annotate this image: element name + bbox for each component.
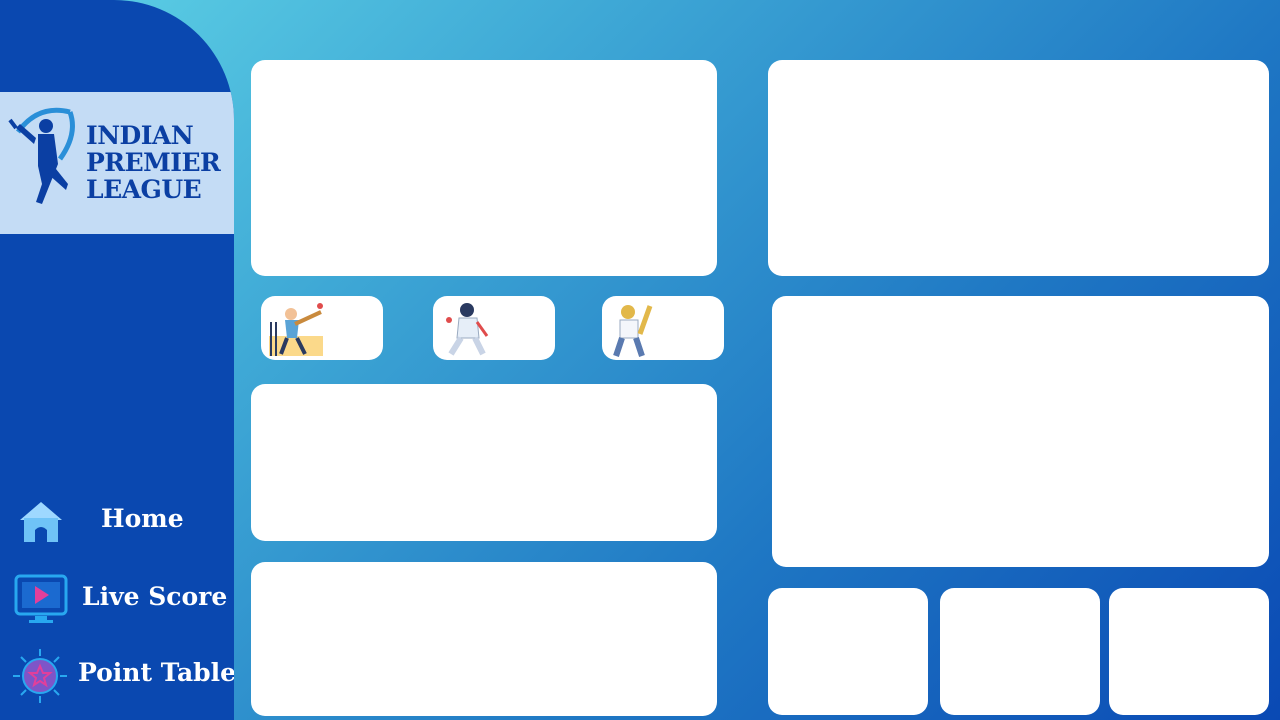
nav-label-live-score: Live Score — [82, 582, 228, 611]
team-chip-2[interactable] — [433, 296, 555, 360]
nav-item-live-score[interactable]: Live Score — [0, 568, 234, 628]
ipl-logo-text: INDIAN PREMIER LEAGUE — [86, 121, 221, 204]
team-chip-1[interactable] — [261, 296, 383, 360]
team-chip-3[interactable] — [602, 296, 724, 360]
stat-card-2 — [940, 588, 1100, 715]
sidebar: INDIAN PREMIER LEAGUE Home Live Score Po… — [0, 0, 234, 720]
logo-line-indian: INDIAN — [86, 121, 194, 150]
nav-label-point-table: Point Table — [78, 658, 234, 687]
stat-card-3 — [1109, 588, 1269, 715]
logo-line-league: LEAGUE — [86, 175, 202, 204]
cricket-player-icon — [446, 303, 489, 356]
content-card-top-right — [768, 60, 1269, 276]
content-card-bottom-left — [251, 562, 717, 716]
content-card-middle-right — [772, 296, 1269, 567]
nav-item-home[interactable]: Home — [0, 492, 234, 552]
tv-play-icon — [14, 574, 68, 623]
content-card-middle-left — [251, 384, 717, 541]
nav-item-point-table[interactable]: Point Table — [0, 646, 234, 706]
home-icon — [20, 502, 62, 542]
nav-label-home: Home — [101, 504, 184, 533]
ipl-logo-panel: INDIAN PREMIER LEAGUE — [0, 92, 234, 234]
stat-card-1 — [768, 588, 928, 715]
batsman-logo-icon — [8, 107, 75, 204]
cricket-batter-icon — [613, 305, 653, 357]
star-badge-icon — [13, 649, 67, 703]
content-card-top-left — [251, 60, 717, 276]
cricket-batsman-icon — [269, 303, 323, 356]
logo-line-premier: PREMIER — [86, 148, 221, 177]
